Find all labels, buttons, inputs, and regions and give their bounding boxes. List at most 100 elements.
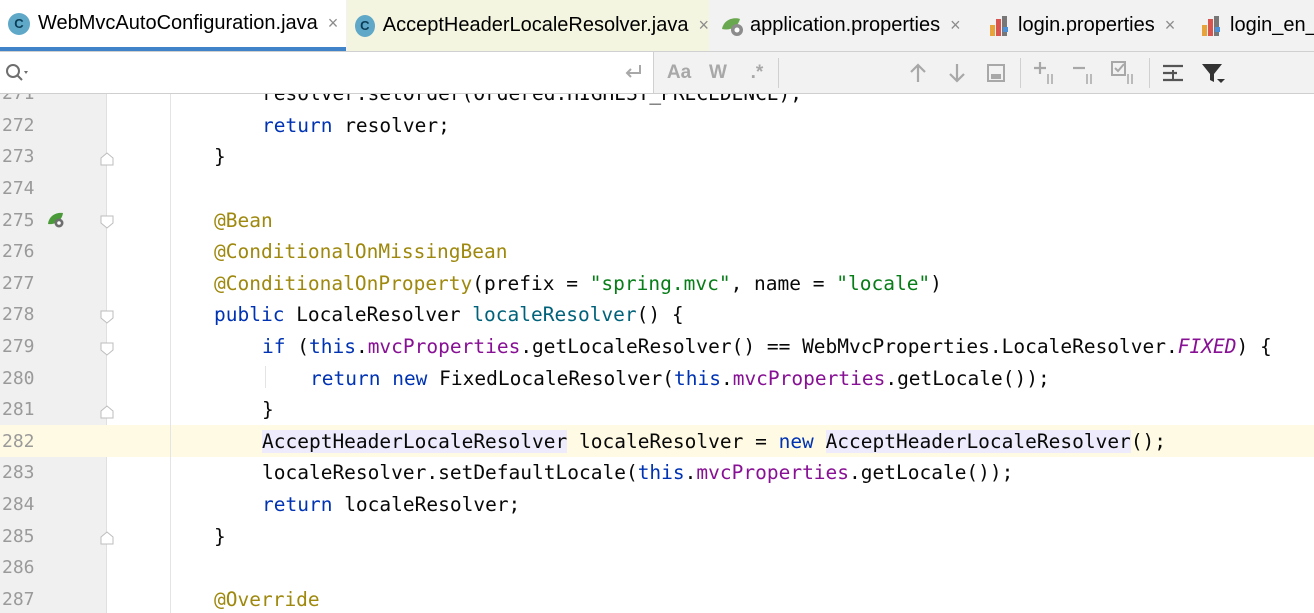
code-text: ) { <box>1236 335 1272 358</box>
tab-application-properties[interactable]: application.properties × <box>712 0 977 51</box>
line-number: 284 <box>2 494 35 515</box>
code-text: (prefix = <box>472 271 590 295</box>
search-icon[interactable] <box>4 62 32 84</box>
code-text: localeResolver; <box>332 493 521 516</box>
line-number: 272 <box>2 114 35 136</box>
close-icon[interactable]: × <box>698 15 709 36</box>
spring-bean-icon[interactable] <box>46 210 66 230</box>
select-all-occurrences-icon[interactable] <box>983 60 1009 86</box>
code-text: ) <box>930 271 942 295</box>
line-number: 287 <box>2 588 35 610</box>
fold-end-icon[interactable] <box>100 151 114 166</box>
code-text: LocaleResolver <box>284 303 473 327</box>
fold-start-icon[interactable] <box>100 341 114 356</box>
keyword: public <box>214 303 285 327</box>
search-input[interactable] <box>36 58 600 88</box>
line-number: 286 <box>2 557 35 579</box>
field: mvcProperties <box>732 366 886 390</box>
match-case-icon[interactable]: Aa <box>666 60 692 86</box>
tab-label: application.properties <box>750 14 941 36</box>
code-editor[interactable]: 271 272 273 274 275 276 277 278 279 280 … <box>0 94 1314 613</box>
keyword: new <box>392 366 428 390</box>
select-all-icon[interactable] <box>1110 60 1136 86</box>
properties-file-icon <box>1200 15 1222 37</box>
fold-start-icon[interactable] <box>100 214 114 229</box>
code-text: ( <box>285 335 309 358</box>
tab-label: login.properties <box>1018 14 1155 36</box>
annotation: @Bean <box>214 208 273 232</box>
tab-login-properties[interactable]: login.properties × <box>980 0 1190 51</box>
code-text: () { <box>636 303 684 327</box>
tab-webmvcautoconfiguration[interactable]: C WebMvcAutoConfiguration.java × <box>0 0 346 51</box>
code-text: . <box>355 335 368 358</box>
indent-guide <box>265 366 266 388</box>
line-number: 273 <box>2 146 35 168</box>
java-class-icon: C <box>8 12 30 35</box>
code-line: return localeResolver; <box>262 489 520 521</box>
editor-tab-bar: C WebMvcAutoConfiguration.java × C Accep… <box>0 0 1314 52</box>
filter-icon[interactable] <box>1200 60 1226 86</box>
code-line: if (this.mvcProperties.getLocaleResolver… <box>262 331 1272 363</box>
new-line-icon[interactable] <box>620 59 646 85</box>
keyword: new <box>778 429 814 453</box>
code-line: @ConditionalOnProperty(prefix = "spring.… <box>214 268 942 300</box>
field: mvcProperties <box>367 335 521 358</box>
line-number: 280 <box>2 367 35 389</box>
method-name: localeResolver <box>472 303 637 327</box>
annotation: @ConditionalOnProperty <box>214 271 473 295</box>
keyword: this <box>637 461 685 485</box>
code-text: localeResolver.setDefaultLocale( <box>262 461 638 485</box>
code-text: localeResolver = <box>567 429 779 453</box>
code-line: return new FixedLocaleResolver(this.mvcP… <box>310 363 1050 395</box>
code-text: (); <box>1130 429 1167 453</box>
java-class-icon: C <box>355 14 375 37</box>
code-text: . <box>720 366 733 390</box>
field: mvcProperties <box>696 461 850 485</box>
constant: FIXED <box>1177 335 1237 358</box>
settings-list-icon[interactable] <box>1160 60 1186 86</box>
string-literal: "spring.mvc" <box>589 271 731 295</box>
code-line: } <box>214 145 226 169</box>
close-icon[interactable]: × <box>1165 15 1176 36</box>
fold-end-icon[interactable] <box>100 404 114 419</box>
line-number: 271 <box>2 94 42 110</box>
divider <box>1020 58 1021 88</box>
annotation: @ConditionalOnMissingBean <box>214 240 508 264</box>
fold-end-icon[interactable] <box>100 530 114 545</box>
annotation: @Override <box>214 587 320 611</box>
tab-label: login_en_U <box>1230 14 1314 36</box>
line-number: 276 <box>2 241 35 263</box>
code-line: localeResolver.setDefaultLocale(this.mvc… <box>262 457 1013 489</box>
line-number: 285 <box>2 525 35 547</box>
close-icon[interactable]: × <box>950 15 961 36</box>
tab-label: AcceptHeaderLocaleResolver.java <box>382 14 689 36</box>
arrow-up-icon[interactable] <box>905 60 931 86</box>
close-icon[interactable]: × <box>328 13 339 34</box>
divider <box>778 58 779 88</box>
find-bar: Aa W .* <box>0 52 1314 94</box>
code-line: } <box>262 398 274 422</box>
tab-acceptheaderlocaleresolver[interactable]: C AcceptHeaderLocaleResolver.java × <box>347 0 709 51</box>
fold-start-icon[interactable] <box>100 309 114 324</box>
regex-icon[interactable]: .* <box>744 60 770 86</box>
code-text: , name = <box>730 271 837 295</box>
words-icon[interactable]: W <box>705 60 731 86</box>
keyword: this <box>308 335 356 358</box>
arrow-down-icon[interactable] <box>944 60 970 86</box>
tab-login-en-us[interactable]: login_en_U <box>1192 0 1314 51</box>
line-number: 281 <box>2 399 35 421</box>
search-field <box>0 52 654 93</box>
type-reference: AcceptHeaderLocaleResolver <box>825 429 1131 453</box>
code-text: .getLocaleResolver() == WebMvcProperties… <box>520 335 1178 358</box>
code-line: return resolver; <box>262 110 450 142</box>
string-literal: "locale" <box>836 271 931 295</box>
remove-occurrence-icon[interactable] <box>1071 60 1097 86</box>
tab-label: WebMvcAutoConfiguration.java <box>38 12 318 34</box>
code-text: resolver; <box>332 113 450 137</box>
keyword: return <box>310 366 381 390</box>
line-number: 277 <box>2 272 35 294</box>
add-occurrence-icon[interactable] <box>1032 60 1058 86</box>
keyword: if <box>262 335 286 358</box>
